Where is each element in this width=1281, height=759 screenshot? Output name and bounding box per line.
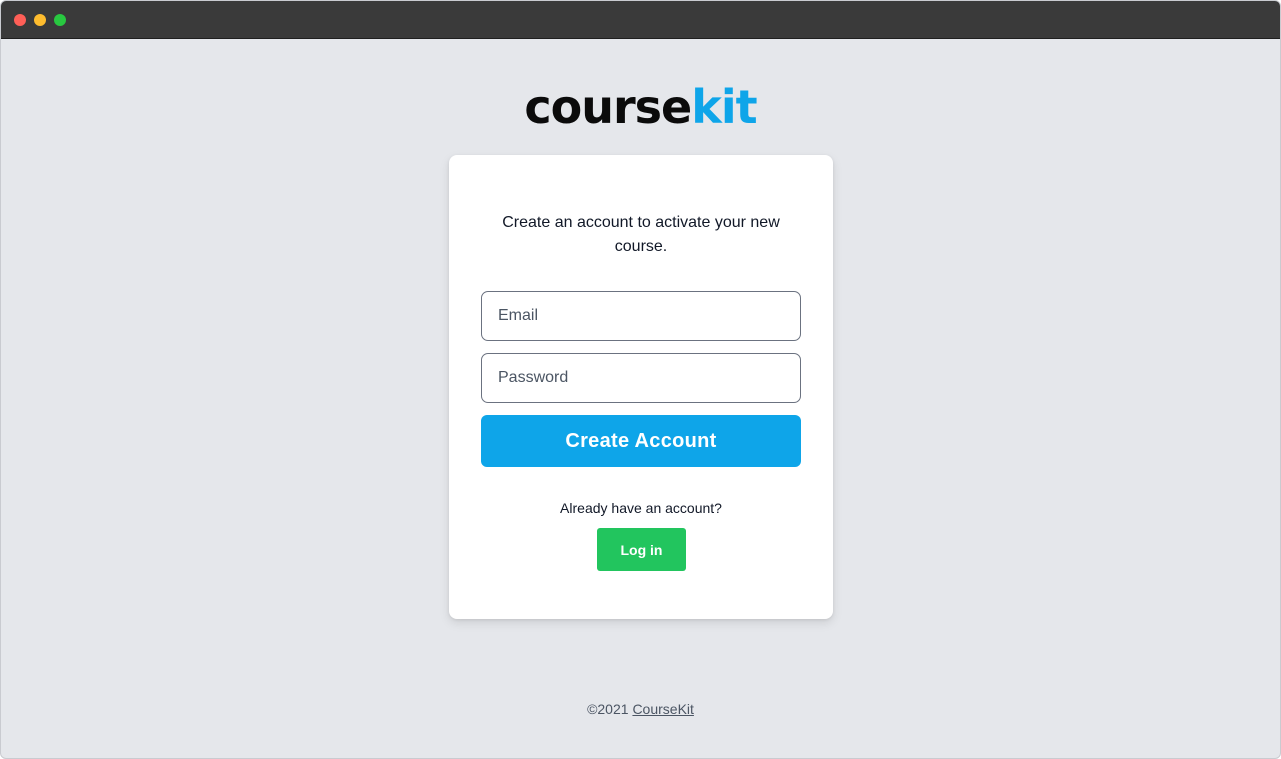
coursekit-footer-link[interactable]: CourseKit: [632, 701, 693, 717]
password-field[interactable]: [481, 353, 801, 403]
already-have-account-text: Already have an account?: [560, 500, 722, 516]
minimize-window-icon[interactable]: [34, 14, 46, 26]
logo-text-course: course: [524, 80, 692, 134]
signup-intro-text: Create an account to activate your new c…: [502, 214, 780, 255]
copyright-text: ©2021: [587, 701, 629, 717]
maximize-window-icon[interactable]: [54, 14, 66, 26]
logo-text-kit: kit: [691, 80, 757, 134]
signup-card: Create an account to activate your new c…: [449, 155, 833, 619]
create-account-button[interactable]: Create Account: [481, 415, 801, 467]
browser-window: coursekit Create an account to activate …: [0, 0, 1281, 759]
log-in-button[interactable]: Log in: [597, 528, 686, 571]
footer: ©2021 CourseKit: [1, 701, 1280, 717]
window-titlebar: [1, 1, 1280, 39]
coursekit-logo: coursekit: [1, 81, 1280, 133]
close-window-icon[interactable]: [14, 14, 26, 26]
email-field[interactable]: [481, 291, 801, 341]
